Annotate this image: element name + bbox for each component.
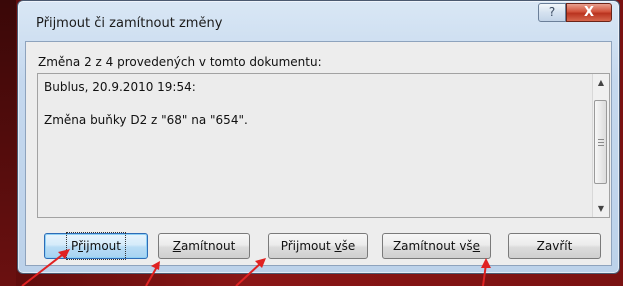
scroll-up-icon[interactable]: ▲: [593, 74, 609, 91]
accept-button[interactable]: Přijmout: [44, 232, 148, 260]
change-details-box[interactable]: Bublus, 20.9.2010 19:54: Změna buňky D2 …: [37, 73, 610, 218]
dialog-title: Přijmout či zamítnout změny: [36, 16, 223, 31]
change-description: Změna buňky D2 z "68" na "654".: [44, 113, 248, 127]
close-window-button[interactable]: X: [566, 3, 612, 22]
vertical-scrollbar[interactable]: ▲ ▼: [592, 74, 609, 217]
grip-icon: [598, 139, 604, 146]
scroll-down-icon[interactable]: ▼: [593, 200, 609, 217]
close-button-label: Zavřít: [536, 239, 573, 253]
reject-button[interactable]: Zamítnout: [158, 233, 250, 259]
accept-button-label: Přijmout: [66, 232, 126, 260]
change-details-text: Bublus, 20.9.2010 19:54: Změna buňky D2 …: [44, 80, 584, 128]
reject-button-label: Zamítnout: [172, 239, 236, 253]
reject-all-button[interactable]: Zamítnout vše: [382, 233, 491, 259]
accept-all-button-label: Přijmout vše: [280, 239, 356, 253]
reject-all-button-label: Zamítnout vše: [392, 239, 481, 253]
close-button[interactable]: Zavřít: [508, 233, 601, 259]
scroll-thumb[interactable]: [594, 100, 607, 184]
dialog-titlebar[interactable]: Přijmout či zamítnout změny ? X: [18, 1, 619, 41]
change-author-time: Bublus, 20.9.2010 19:54:: [44, 80, 196, 94]
help-button[interactable]: ?: [538, 3, 566, 22]
background-window-edge: [0, 0, 16, 286]
close-icon: X: [583, 5, 595, 20]
accept-all-button[interactable]: Přijmout vše: [268, 233, 368, 259]
change-summary-label: Změna 2 z 4 provedených v tomto dokument…: [38, 55, 322, 69]
accept-reject-changes-dialog: Přijmout či zamítnout změny ? X Změna 2 …: [17, 0, 620, 274]
help-icon: ?: [548, 5, 556, 19]
screen-background: Přijmout či zamítnout změny ? X Změna 2 …: [0, 0, 623, 286]
